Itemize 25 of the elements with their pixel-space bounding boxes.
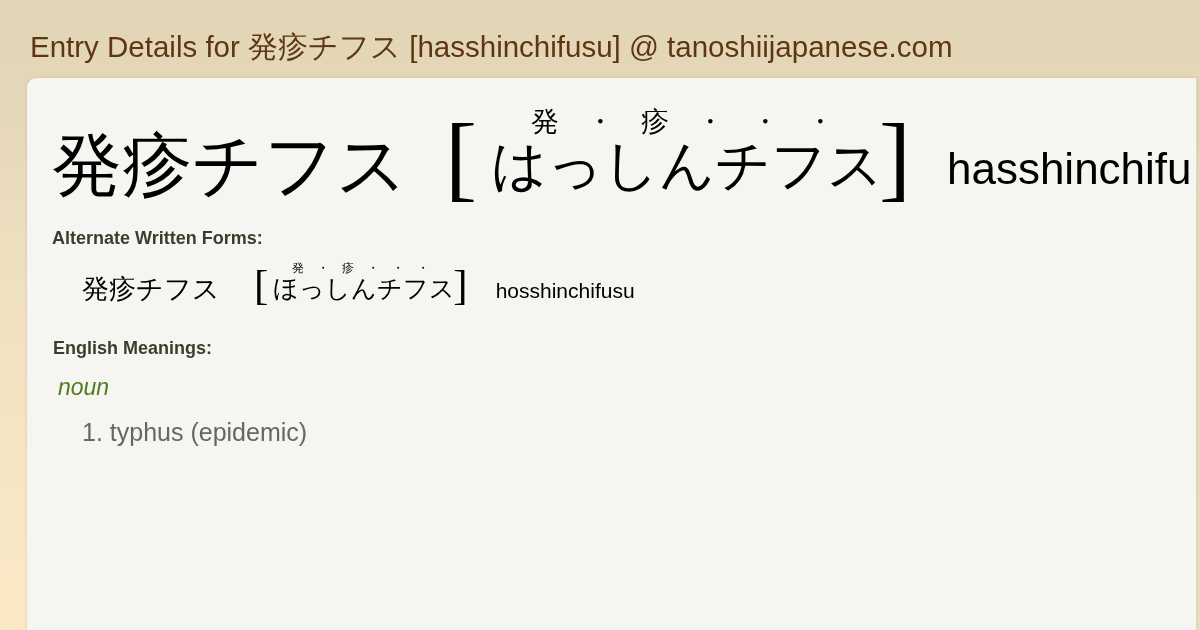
open-bracket: [ — [254, 263, 269, 306]
reading-mark: 発 — [291, 261, 304, 275]
page-title: Entry Details for 発疹チフス [hasshinchifusu] @ tanoshiijapanese.com — [30, 31, 953, 63]
reading-mark: 疹 — [641, 107, 670, 137]
alternate-headword: 発疹チフス — [82, 274, 220, 304]
reading-mark: ・ — [391, 261, 404, 275]
open-bracket: [ — [445, 109, 477, 205]
reading-mark: ・ — [751, 107, 780, 137]
section-heading: English Meanings: — [53, 337, 212, 359]
reading-mark: 疹 — [341, 261, 354, 275]
romaji-text: hasshinchifu — [946, 144, 1192, 194]
romaji-text: hosshinchifusu — [495, 279, 635, 303]
close-bracket: ] — [453, 263, 468, 306]
part-of-speech: noun — [58, 373, 110, 401]
reading-mark: ・ — [416, 261, 429, 275]
headword: 発疹チフス — [52, 125, 408, 205]
section-heading: Alternate Written Forms: — [52, 227, 263, 249]
reading-mark: 発 — [531, 107, 560, 137]
reading-mark: ・ — [586, 107, 615, 137]
reading-mark: ・ — [366, 261, 379, 275]
reading-mark: ・ — [316, 261, 329, 275]
reading-mark: ・ — [806, 107, 835, 137]
reading-kana: ほっしんチフス — [273, 275, 456, 303]
reading-mark: ・ — [696, 107, 725, 137]
meaning-item: 1. typhus (epidemic) — [82, 417, 308, 447]
